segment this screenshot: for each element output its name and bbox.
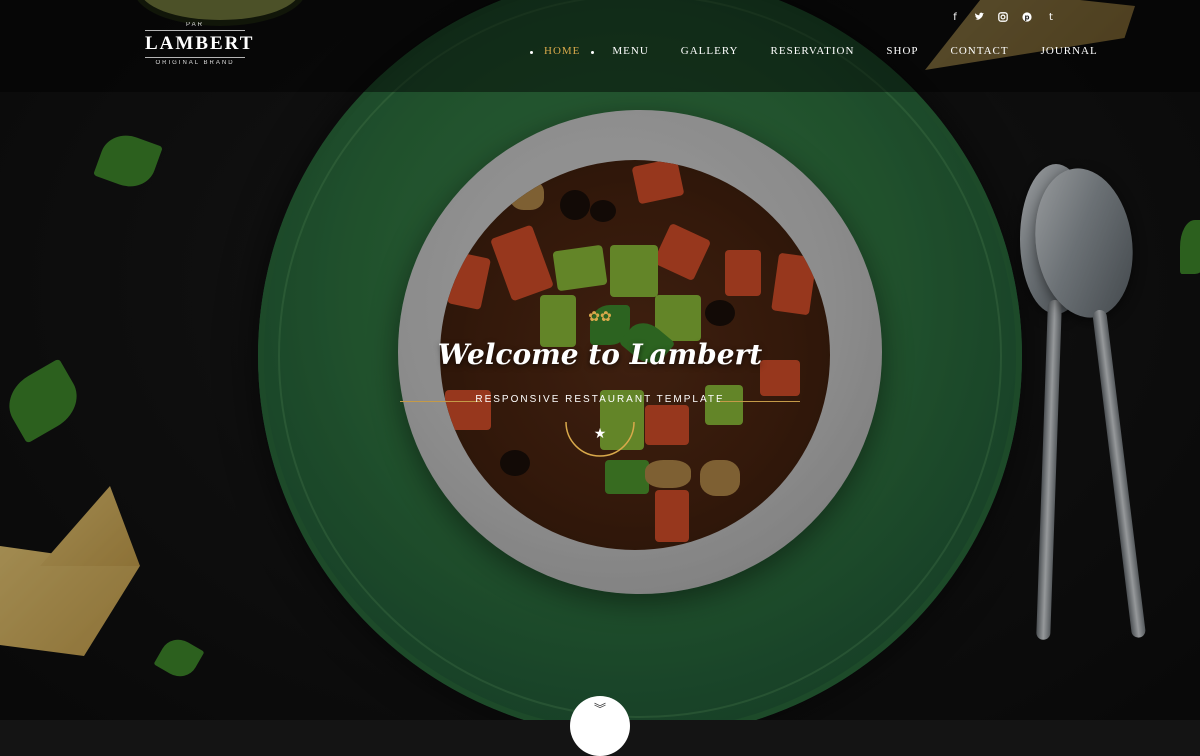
hero-subtitle-row: RESPONSIVE RESTAURANT TEMPLATE <box>400 394 800 410</box>
star-icon: ★ <box>593 426 607 442</box>
nav-item-contact[interactable]: CONTACT <box>935 45 1025 57</box>
divider-line <box>720 401 800 402</box>
site-header: PAR LAMBERT ORIGINAL BRAND HOME MENU GAL… <box>0 0 1200 92</box>
nav-item-gallery[interactable]: GALLERY <box>665 45 755 57</box>
nav-item-reservation[interactable]: RESERVATION <box>755 45 871 57</box>
facebook-icon[interactable]: f <box>950 12 960 24</box>
nav-item-home[interactable]: HOME <box>528 45 596 57</box>
svg-text:p: p <box>1024 14 1029 22</box>
logo-rule <box>145 30 245 31</box>
twitter-icon[interactable] <box>974 12 984 24</box>
nav-item-shop[interactable]: SHOP <box>870 45 934 57</box>
chevron-double-down-icon: ︾ <box>593 702 606 716</box>
nav-item-menu[interactable]: MENU <box>596 45 664 57</box>
social-links: f p t <box>950 12 1056 24</box>
logo-top-text: PAR <box>186 22 204 28</box>
hero-title: Welcome to Lambert <box>437 338 763 371</box>
pinterest-icon[interactable]: p <box>1022 12 1032 24</box>
main-nav: HOME MENU GALLERY RESERVATION SHOP CONTA… <box>528 45 1114 57</box>
hero-subtitle: RESPONSIVE RESTAURANT TEMPLATE <box>475 394 725 405</box>
tumblr-icon[interactable]: t <box>1046 12 1056 24</box>
scroll-down-button[interactable]: ︾ <box>570 696 630 756</box>
site-logo[interactable]: PAR LAMBERT ORIGINAL BRAND <box>145 22 255 66</box>
logo-rule <box>145 57 245 58</box>
logo-name: LAMBERT <box>145 33 255 54</box>
instagram-icon[interactable] <box>998 12 1008 24</box>
logo-tagline: ORIGINAL BRAND <box>155 60 235 66</box>
ornament-flourish-icon: ✿✿ <box>588 308 612 324</box>
nav-item-journal[interactable]: JOURNAL <box>1025 45 1114 57</box>
